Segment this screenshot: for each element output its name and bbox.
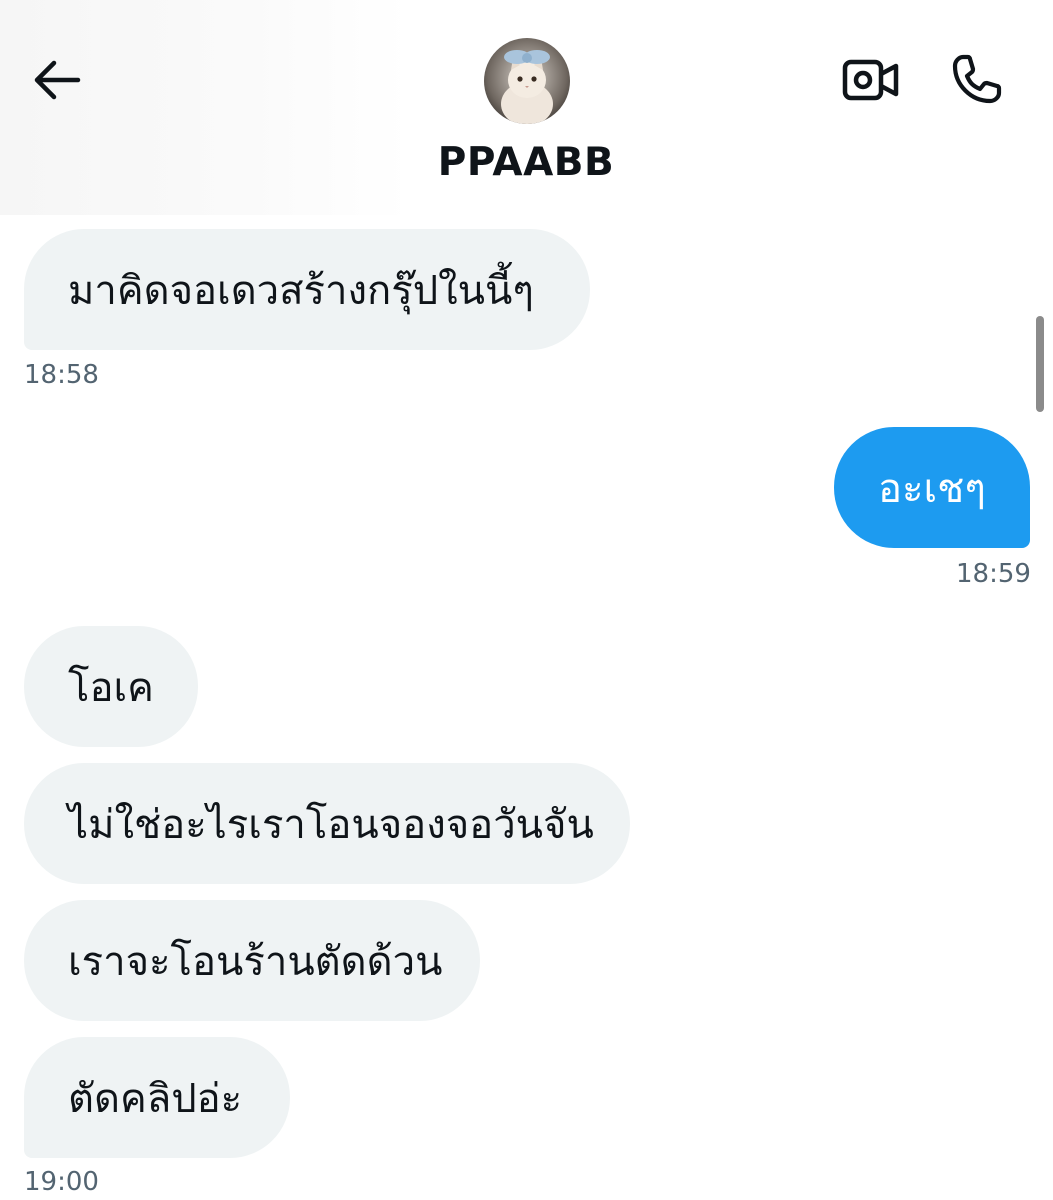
message-text: เราจะโอนร้านตัดด้วน <box>68 938 443 985</box>
voice-call-button[interactable] <box>944 46 1010 112</box>
message-timestamp: 18:59 <box>956 559 1031 589</box>
message-text: โอเค <box>68 664 154 711</box>
message-timestamp: 18:58 <box>24 360 99 390</box>
message-text: ไม่ใช่อะไรเราโอนจองจอวันจัน <box>68 801 594 848</box>
message-bubble-incoming[interactable]: เราจะโอนร้านตัดด้วน <box>24 900 480 1021</box>
message-text: ตัดคลิปอ่ะ <box>68 1075 243 1122</box>
conversation-header: PPAABB <box>0 0 1053 215</box>
dm-conversation-screen: PPAABB มาคิดจอเดวสร้างกรุ๊ปในนี้ๆ 18:58 … <box>0 0 1053 1200</box>
message-bubble-incoming[interactable]: โอเค <box>24 626 198 747</box>
cat-avatar-image <box>484 38 570 124</box>
message-timestamp: 19:00 <box>24 1167 99 1197</box>
avatar[interactable] <box>484 38 570 124</box>
message-bubble-outgoing[interactable]: อะเชๆ <box>834 427 1030 548</box>
message-bubble-incoming[interactable]: มาคิดจอเดวสร้างกรุ๊ปในนี้ๆ <box>24 229 590 350</box>
message-bubble-incoming[interactable]: ไม่ใช่อะไรเราโอนจองจอวันจัน <box>24 763 630 884</box>
scrollbar-thumb[interactable] <box>1036 316 1044 412</box>
phone-icon <box>952 54 1002 104</box>
message-text: มาคิดจอเดวสร้างกรุ๊ปในนี้ๆ <box>68 267 534 314</box>
arrow-left-icon <box>34 60 81 100</box>
back-button[interactable] <box>26 52 86 108</box>
message-text: อะเชๆ <box>878 465 986 512</box>
contact-name[interactable]: PPAABB <box>376 140 676 185</box>
video-camera-icon <box>842 59 899 101</box>
video-call-button[interactable] <box>838 50 904 110</box>
message-bubble-incoming[interactable]: ตัดคลิปอ่ะ <box>24 1037 290 1158</box>
